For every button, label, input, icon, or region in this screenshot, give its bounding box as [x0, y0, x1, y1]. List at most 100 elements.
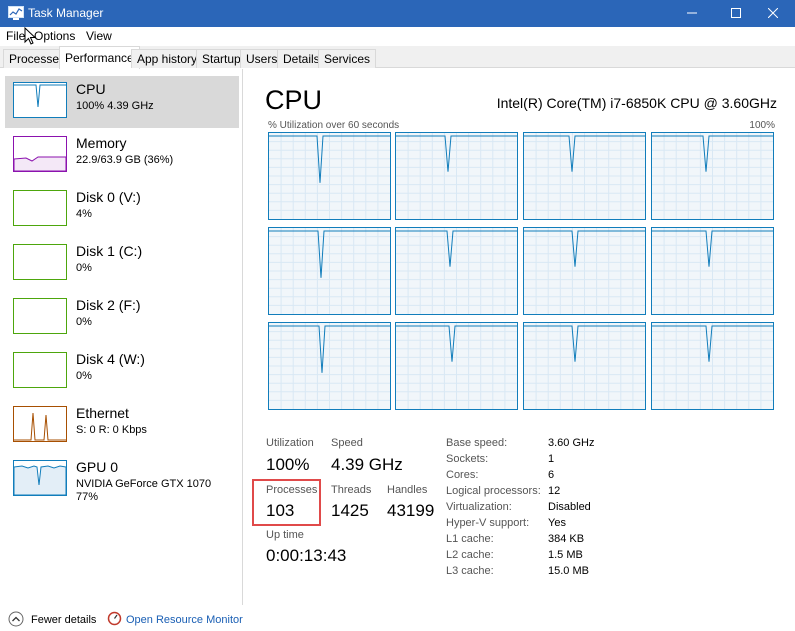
utilization-label: Utilization — [266, 437, 314, 449]
core-graph — [268, 132, 391, 220]
core-graph — [395, 322, 518, 410]
spec-label: Hyper-V support: — [446, 517, 530, 529]
handles-label: Handles — [387, 484, 428, 496]
spec-value: 3.60 GHz — [548, 437, 595, 449]
spec-value: 12 — [548, 485, 561, 497]
core-utilization-line — [269, 133, 390, 219]
disk-mini-graph — [13, 298, 67, 334]
spec-label: Virtualization: — [446, 501, 512, 513]
processes-highlight-box — [252, 479, 321, 526]
core-graph — [268, 322, 391, 410]
minimize-button[interactable] — [670, 0, 714, 27]
gpu-mini-graph — [13, 460, 67, 496]
resource-name: Ethernet — [76, 405, 129, 421]
resource-name: CPU — [76, 81, 106, 97]
resource-gpu-0[interactable]: GPU 0 NVIDIA GeForce GTX 1070 77% — [5, 454, 239, 506]
maximize-icon — [731, 8, 741, 18]
resource-disk-0[interactable]: Disk 0 (V:) 4% — [5, 184, 239, 236]
resource-value: 0% — [76, 316, 92, 328]
core-utilization-line — [396, 228, 517, 314]
core-utilization-line — [524, 133, 645, 219]
spec-label: Sockets: — [446, 453, 489, 465]
resource-value: 4% — [76, 208, 92, 220]
resource-disk-1[interactable]: Disk 1 (C:) 0% — [5, 238, 239, 290]
core-graph — [523, 227, 646, 315]
tab-performance[interactable]: Performance — [59, 46, 140, 69]
core-utilization-line — [524, 228, 645, 314]
resource-ethernet[interactable]: Ethernet S: 0 R: 0 Kbps — [5, 400, 239, 452]
tab-strip: Processes Performance App history Startu… — [0, 46, 795, 69]
cpu-mini-graph — [13, 82, 67, 118]
chevron-up-icon[interactable] — [8, 611, 24, 627]
menu-options[interactable]: Options — [34, 29, 75, 43]
speed-value: 4.39 GHz — [331, 455, 403, 474]
menu-view[interactable]: View — [86, 29, 112, 43]
core-utilization-line — [652, 228, 773, 314]
spec-label: L3 cache: — [446, 565, 494, 577]
menu-file[interactable]: File — [6, 29, 25, 43]
title-bar: Task Manager — [0, 0, 795, 27]
core-utilization-line — [396, 323, 517, 409]
core-graph — [395, 227, 518, 315]
resource-name: Disk 1 (C:) — [76, 243, 143, 259]
resource-disk-4[interactable]: Disk 4 (W:) 0% — [5, 346, 239, 398]
ethernet-mini-graph — [13, 406, 67, 442]
core-graph — [268, 227, 391, 315]
spec-value: 6 — [548, 469, 555, 481]
minimize-icon — [687, 12, 697, 14]
open-resource-monitor-link[interactable]: Open Resource Monitor — [126, 614, 243, 626]
spec-label: Base speed: — [446, 437, 508, 449]
graph-label: % Utilization over 60 seconds — [268, 120, 400, 131]
task-manager-icon — [8, 6, 24, 20]
core-utilization-line — [269, 323, 390, 409]
core-utilization-line — [652, 323, 773, 409]
page-title: CPU — [265, 85, 323, 115]
resource-value: S: 0 R: 0 Kbps — [76, 424, 147, 436]
close-icon — [767, 7, 779, 19]
core-graph — [651, 227, 774, 315]
core-graph — [523, 322, 646, 410]
memory-mini-graph — [13, 136, 67, 172]
resource-name: Disk 4 (W:) — [76, 351, 145, 367]
cpu-model: Intel(R) Core(TM) i7-6850K CPU @ 3.60GHz — [496, 95, 777, 111]
spec-value: 384 KB — [548, 533, 585, 545]
resource-memory[interactable]: Memory 22.9/63.9 GB (36%) — [5, 130, 239, 182]
threads-value: 1425 — [331, 501, 369, 520]
spec-label: L1 cache: — [446, 533, 494, 545]
spec-value: Yes — [548, 517, 566, 529]
core-utilization-line — [396, 133, 517, 219]
resource-list: CPU 100% 4.39 GHz Memory 22.9/63.9 GB (3… — [0, 69, 243, 605]
handles-value: 43199 — [387, 501, 435, 520]
resource-value: 0% — [76, 370, 92, 382]
disk-mini-graph — [13, 190, 67, 226]
core-utilization-line — [524, 323, 645, 409]
spec-label: Cores: — [446, 469, 479, 481]
uptime-label: Up time — [266, 529, 304, 541]
disk-mini-graph — [13, 244, 67, 280]
utilization-value: 100% — [266, 455, 310, 474]
fewer-details-link[interactable]: Fewer details — [31, 614, 96, 626]
resource-disk-2[interactable]: Disk 2 (F:) 0% — [5, 292, 239, 344]
core-utilization-line — [269, 228, 390, 314]
spec-value: 15.0 MB — [548, 565, 589, 577]
footer-bar: Fewer details Open Resource Monitor — [0, 605, 795, 631]
spec-label: L2 cache: — [446, 549, 494, 561]
core-graph — [651, 322, 774, 410]
spec-label: Logical processors: — [446, 485, 541, 497]
mouse-cursor-icon — [24, 27, 36, 45]
uptime-value: 0:00:13:43 — [266, 546, 347, 565]
graph-max-label: 100% — [749, 120, 775, 131]
resource-name: Memory — [76, 135, 127, 151]
close-button[interactable] — [751, 0, 795, 27]
threads-label: Threads — [331, 484, 372, 496]
resource-name: Disk 0 (V:) — [76, 189, 141, 205]
resource-cpu[interactable]: CPU 100% 4.39 GHz — [5, 76, 239, 128]
resource-value: 22.9/63.9 GB (36%) — [76, 154, 174, 166]
resource-value: NVIDIA GeForce GTX 1070 77% — [76, 478, 212, 503]
window-title: Task Manager — [28, 6, 104, 20]
tab-services[interactable]: Services — [318, 49, 377, 68]
resource-name: GPU 0 — [76, 459, 119, 475]
tab-app-history[interactable]: App history — [131, 49, 204, 68]
resource-monitor-icon — [107, 611, 122, 626]
core-utilization-line — [652, 133, 773, 219]
